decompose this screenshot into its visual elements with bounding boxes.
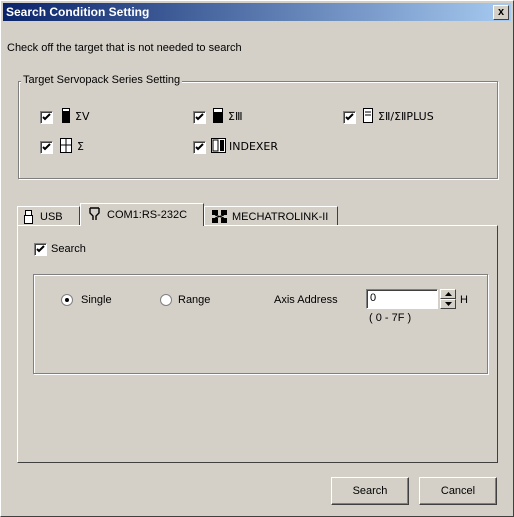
spin-down-button[interactable]: [440, 299, 456, 309]
checkbox-sigma-v[interactable]: [40, 111, 53, 124]
tab-label-mechatrolink: MECHATROLINK-II: [232, 211, 329, 223]
servopack-icon: [363, 108, 373, 123]
checkbox-sigma-ii-plus[interactable]: [343, 111, 356, 124]
axis-unit-label: H: [460, 294, 468, 306]
servopack-icon: [62, 108, 70, 123]
radio-range[interactable]: [160, 294, 172, 306]
tab-label-com1: COM1:RS-232C: [107, 209, 188, 221]
tab-com1-rs232c[interactable]: COM1:RS-232C: [80, 203, 204, 226]
series-group-title: Target Servopack Series Setting: [21, 74, 183, 86]
indexer-icon: [211, 138, 226, 153]
axis-address-spinner[interactable]: [440, 289, 456, 309]
window-title: Search Condition Setting: [6, 5, 150, 19]
axis-range-hint: ( 0 - 7F ): [369, 312, 412, 324]
title-bar[interactable]: Search Condition Setting x: [3, 3, 511, 21]
search-checkbox[interactable]: [34, 243, 47, 256]
serial-connector-icon: [89, 207, 100, 220]
checkbox-sigma[interactable]: [40, 141, 53, 154]
arrow-down-icon: [445, 302, 452, 306]
checkbox-indexer[interactable]: [193, 141, 206, 154]
checkbox-sigma-iii[interactable]: [193, 111, 206, 124]
tab-usb[interactable]: USB: [17, 206, 80, 226]
close-button[interactable]: x: [493, 5, 509, 20]
search-checkbox-label: Search: [51, 243, 86, 255]
servopack-icon: [60, 138, 72, 153]
series-label-indexer: INDEXER: [229, 140, 279, 153]
tab-mechatrolink[interactable]: MECHATROLINK-II: [204, 206, 338, 226]
cancel-button[interactable]: Cancel: [419, 477, 497, 505]
series-groupbox: [18, 81, 498, 179]
instruction-text: Check off the target that is not needed …: [7, 42, 242, 54]
series-label-sigma-v: ΣV: [75, 110, 90, 123]
radio-single[interactable]: [61, 294, 73, 306]
radio-single-label: Single: [81, 294, 112, 306]
arrow-up-icon: [445, 292, 452, 296]
axis-address-label: Axis Address: [274, 294, 338, 306]
tab-label-usb: USB: [40, 211, 63, 223]
network-icon: [212, 210, 227, 223]
dialog-window: Search Condition Setting x Check off the…: [0, 0, 514, 517]
spin-up-button[interactable]: [440, 289, 456, 299]
axis-address-input[interactable]: 0: [366, 289, 438, 309]
series-label-sigma-ii-plus: ΣⅡ/ΣⅡPLUS: [378, 110, 434, 123]
series-label-sigma: Σ: [77, 140, 84, 153]
series-label-sigma-iii: ΣⅢ: [228, 110, 243, 123]
search-button[interactable]: Search: [331, 477, 409, 505]
radio-range-label: Range: [178, 294, 211, 306]
servopack-icon: [213, 108, 223, 123]
usb-icon: [24, 210, 33, 224]
